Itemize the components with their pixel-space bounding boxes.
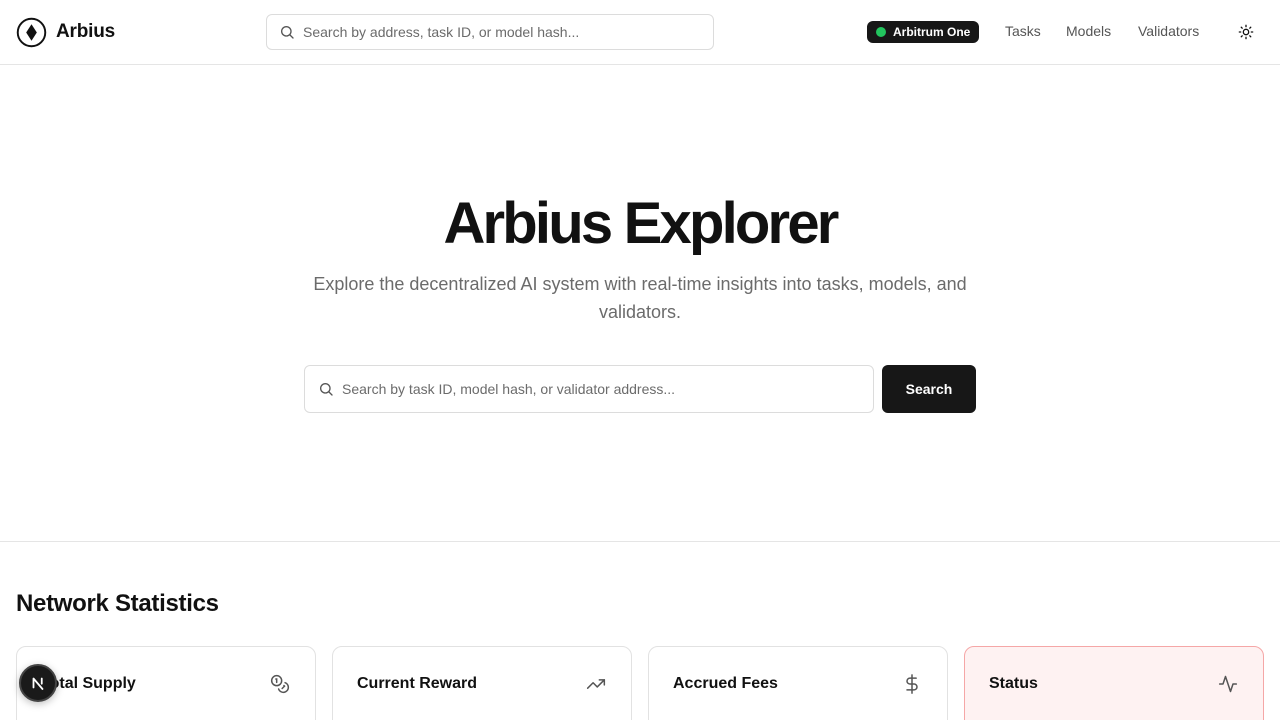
hero-search-input[interactable] [342,381,862,397]
network-status-dot [876,27,886,37]
stat-card-accrued-fees: Accrued Fees [648,646,948,720]
search-icon [318,381,334,397]
nextjs-icon [32,677,44,690]
stat-label: Status [989,675,1038,692]
network-label: Arbitrum One [893,25,971,39]
stat-card-total-supply: Total Supply [16,646,316,720]
brand-name: Arbius [56,21,115,42]
coins-icon [269,673,291,695]
nav-models[interactable]: Models [1066,23,1111,39]
brand[interactable]: Arbius [16,16,115,48]
arbius-logo-icon [16,17,47,47]
hero-title: Arbius Explorer [443,191,839,256]
trending-up-icon [585,673,607,695]
top-header: Arbius Arbitrum One Tasks Models Validat… [0,0,1280,65]
stat-card-current-reward: Current Reward [332,646,632,720]
dev-tools-button[interactable] [19,664,57,702]
dollar-sign-icon [901,673,923,695]
theme-toggle-button[interactable] [1234,20,1258,44]
section-title: Network Statistics [16,590,219,617]
stat-label: Accrued Fees [673,675,778,692]
hero-search[interactable] [304,365,874,413]
stat-label: Current Reward [357,675,478,692]
section-divider [0,541,1280,542]
header-search-input[interactable] [303,24,703,40]
search-icon [279,24,295,40]
search-button[interactable]: Search [882,365,976,413]
stat-card-status: Status [964,646,1264,720]
nav-tasks[interactable]: Tasks [1005,23,1041,39]
network-badge[interactable]: Arbitrum One [867,21,980,43]
nav-validators[interactable]: Validators [1138,23,1199,39]
header-search[interactable] [266,14,714,50]
sun-icon [1238,24,1254,40]
activity-icon [1217,673,1239,695]
hero-subtitle: Explore the decentralized AI system with… [313,274,967,322]
